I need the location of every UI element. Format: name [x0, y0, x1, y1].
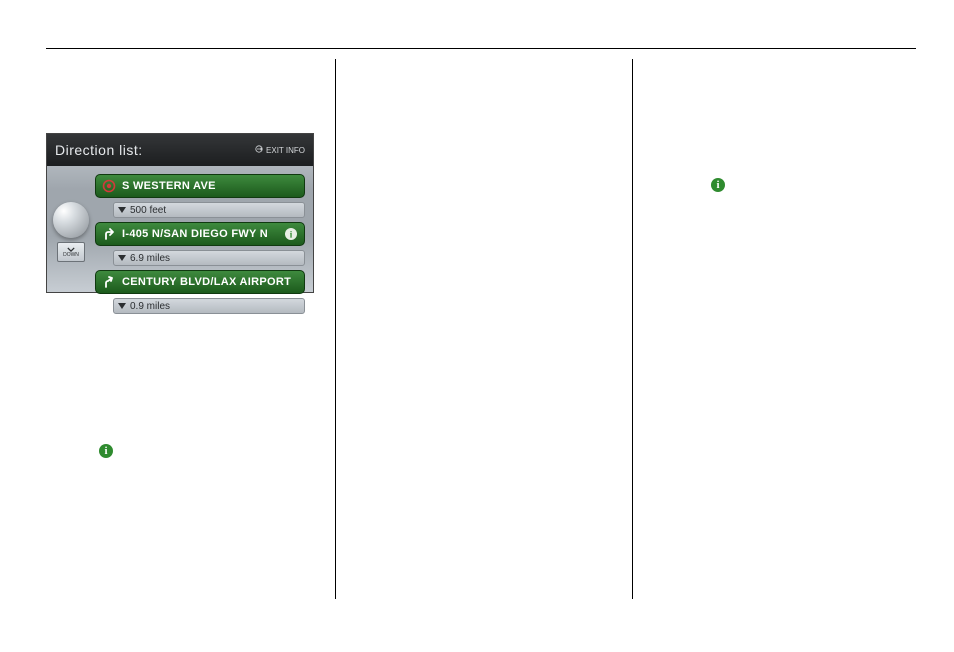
distance-text: 500 feet: [130, 205, 304, 216]
street-pill-exit[interactable]: CENTURY BLVD/LAX AIRPORT: [95, 270, 305, 294]
info-icon: i: [99, 444, 113, 458]
down-triangle-icon: [114, 303, 130, 309]
page: Direction list: EXIT INFO DOWN: [0, 0, 954, 652]
screenshot-header: Direction list: EXIT INFO: [47, 134, 313, 166]
info-icon: i: [711, 178, 725, 192]
direction-list-screenshot: Direction list: EXIT INFO DOWN: [46, 133, 314, 293]
column-divider-2: [632, 59, 633, 599]
down-triangle-icon: [114, 207, 130, 213]
exit-info-icon: [255, 145, 263, 155]
knob-cluster: DOWN: [53, 202, 89, 272]
street-label: I-405 N/SAN DIEGO FWY N: [122, 228, 278, 240]
street-label: S WESTERN AVE: [122, 180, 298, 192]
exit-info-label: EXIT INFO: [266, 146, 305, 155]
list-item: I-405 N/SAN DIEGO FWY N i: [95, 222, 305, 246]
info-icon[interactable]: i: [284, 227, 298, 241]
street-pill-origin[interactable]: S WESTERN AVE: [95, 174, 305, 198]
list-item: S WESTERN AVE: [95, 174, 305, 198]
down-label: DOWN: [63, 253, 79, 258]
street-label: CENTURY BLVD/LAX AIRPORT: [122, 276, 298, 288]
direction-list-title: Direction list:: [55, 142, 143, 158]
origin-dot-icon: [102, 179, 116, 193]
distance-row: 6.9 miles: [113, 250, 305, 266]
distance-row: 500 feet: [113, 202, 305, 218]
turn-right-icon: [102, 227, 116, 241]
distance-text: 0.9 miles: [130, 301, 304, 312]
distance-text: 6.9 miles: [130, 253, 304, 264]
chevron-down-icon: [67, 247, 75, 252]
column-divider-1: [335, 59, 336, 599]
turn-right-up-icon: [102, 275, 116, 289]
street-pill-highway[interactable]: I-405 N/SAN DIEGO FWY N i: [95, 222, 305, 246]
down-button[interactable]: DOWN: [57, 242, 85, 262]
exit-info-button[interactable]: EXIT INFO: [255, 145, 305, 155]
top-rule: [46, 48, 916, 49]
down-triangle-icon: [114, 255, 130, 261]
distance-row: 0.9 miles: [113, 298, 305, 314]
rotary-knob[interactable]: [53, 202, 89, 238]
screenshot-body: DOWN S WESTERN AVE 500 feet: [47, 166, 313, 294]
list-item: CENTURY BLVD/LAX AIRPORT: [95, 270, 305, 294]
